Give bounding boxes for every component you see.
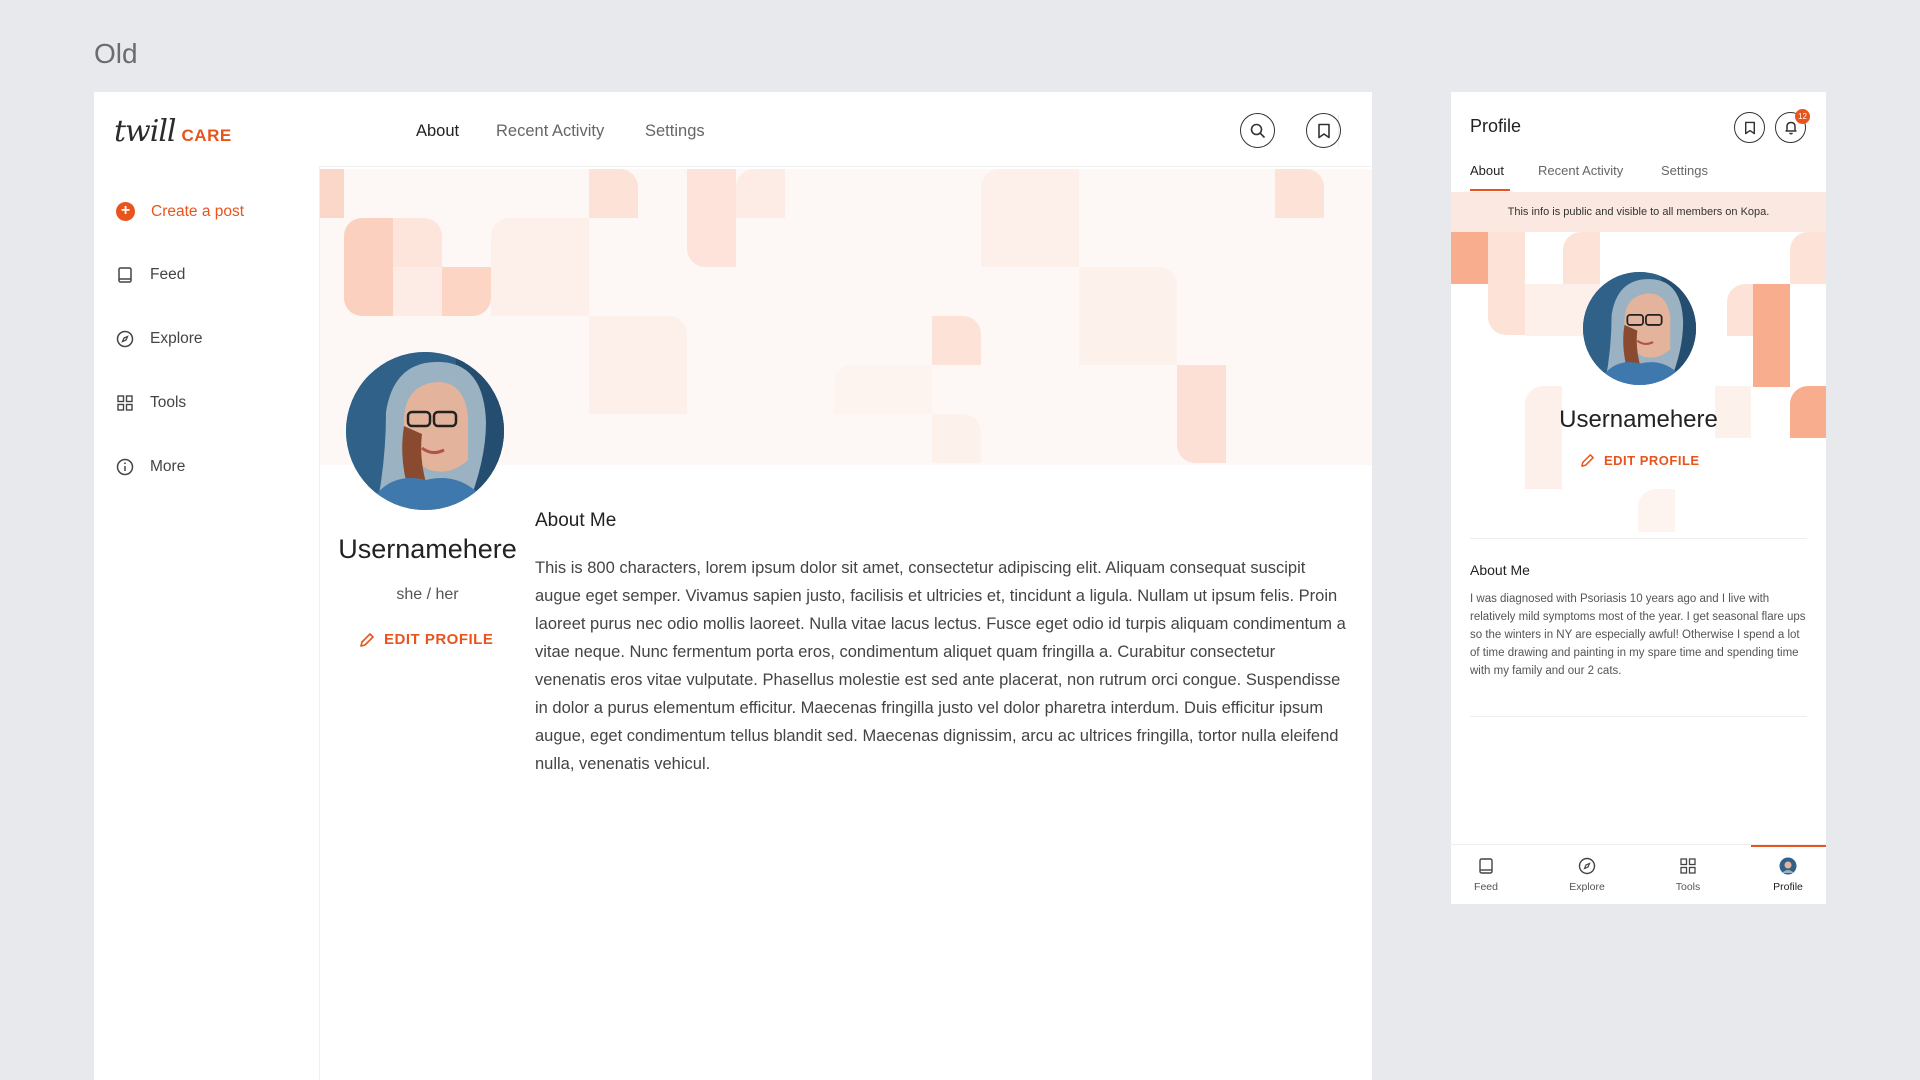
search-button[interactable] bbox=[1240, 113, 1275, 148]
mobile-about-title: About Me bbox=[1470, 562, 1530, 578]
privacy-notice: This info is public and visible to all m… bbox=[1451, 192, 1826, 232]
bottom-nav-label: Tools bbox=[1675, 881, 1701, 893]
profile-avatar[interactable] bbox=[346, 352, 504, 510]
sidebar-item-more[interactable]: More bbox=[116, 458, 185, 476]
sidebar-item-label: Tools bbox=[150, 394, 187, 411]
notification-badge: 12 bbox=[1795, 109, 1810, 124]
page-label: Old bbox=[94, 38, 138, 69]
sidebar-item-label: More bbox=[150, 458, 186, 475]
divider bbox=[1470, 716, 1807, 717]
avatar-photo bbox=[346, 352, 504, 510]
book-icon bbox=[118, 267, 132, 283]
bottom-nav-explore[interactable]: Explore bbox=[1547, 857, 1627, 893]
search-icon bbox=[1250, 123, 1265, 138]
logo-word: twill bbox=[114, 114, 177, 149]
bell-icon bbox=[1785, 121, 1796, 135]
mobile-profile-avatar[interactable] bbox=[1583, 272, 1696, 385]
sidebar-item-label: Feed bbox=[150, 266, 186, 283]
mobile-tab-recent-activity[interactable]: Recent Activity bbox=[1538, 163, 1623, 178]
mobile-tab-settings[interactable]: Settings bbox=[1661, 163, 1708, 178]
sidebar: twill CARE + Create a post Feed Explore … bbox=[94, 92, 319, 1080]
tab-recent-activity[interactable]: Recent Activity bbox=[496, 122, 604, 141]
info-icon bbox=[116, 458, 134, 476]
bookmark-icon bbox=[1744, 121, 1755, 134]
mobile-active-tab-indicator bbox=[1470, 189, 1510, 191]
pronouns: she / her bbox=[396, 586, 459, 603]
mobile-bookmark-button[interactable] bbox=[1734, 112, 1765, 143]
bottom-nav-label: Profile bbox=[1773, 881, 1803, 893]
about-text: This is 800 characters, lorem ipsum dolo… bbox=[535, 559, 1346, 773]
avatar-icon bbox=[1779, 857, 1797, 875]
edit-profile-link[interactable]: EDIT PROFILE bbox=[359, 631, 493, 648]
tab-settings[interactable]: Settings bbox=[645, 122, 705, 141]
bookmark-icon bbox=[1317, 123, 1330, 138]
username: Usernamehere bbox=[338, 534, 517, 564]
sidebar-item-label: Explore bbox=[150, 330, 203, 347]
divider bbox=[1470, 538, 1807, 539]
pencil-icon bbox=[360, 632, 374, 647]
logo-care: CARE bbox=[181, 126, 232, 145]
edit-profile-label: EDIT PROFILE bbox=[384, 631, 494, 648]
mobile-username: Usernamehere bbox=[1559, 406, 1718, 433]
tab-about[interactable]: About bbox=[416, 122, 459, 141]
mobile-about-text: I was diagnosed with Psoriasis 10 years … bbox=[1470, 593, 1806, 677]
sidebar-item-explore[interactable]: Explore bbox=[116, 330, 203, 348]
mobile-frame: Profile 12 About Recent Activity Setting… bbox=[1451, 92, 1826, 904]
mobile-tab-about[interactable]: About bbox=[1470, 163, 1504, 178]
sidebar-item-feed[interactable]: Feed bbox=[116, 266, 185, 284]
bottom-nav-label: Feed bbox=[1474, 881, 1498, 893]
desktop-frame: twill CARE + Create a post Feed Explore … bbox=[94, 92, 1372, 1080]
book-icon bbox=[1479, 858, 1493, 874]
avatar-photo bbox=[1583, 272, 1696, 385]
edit-profile-label: EDIT PROFILE bbox=[1604, 453, 1700, 468]
sidebar-item-tools[interactable]: Tools bbox=[116, 394, 186, 412]
plus-circle-icon: + bbox=[116, 202, 135, 221]
mobile-notifications-button[interactable]: 12 bbox=[1775, 109, 1810, 143]
sidebar-item-label: Create a post bbox=[151, 202, 245, 220]
sidebar-item-create-post[interactable]: + Create a post bbox=[116, 202, 244, 221]
logo[interactable]: twill CARE bbox=[114, 114, 232, 149]
top-nav: About Recent Activity Settings bbox=[319, 92, 1372, 167]
pencil-icon bbox=[1581, 454, 1594, 467]
about-title: About Me bbox=[535, 510, 617, 531]
grid-icon bbox=[1680, 858, 1696, 874]
grid-icon bbox=[117, 395, 133, 411]
bottom-nav-feed[interactable]: Feed bbox=[1451, 857, 1526, 893]
bottom-nav-profile[interactable]: Profile bbox=[1748, 857, 1826, 893]
bottom-nav-label: Explore bbox=[1569, 881, 1605, 893]
mobile-edit-profile-link[interactable]: EDIT PROFILE bbox=[1580, 453, 1700, 468]
bottom-nav: Feed Explore Tools Profile bbox=[1451, 844, 1826, 904]
bookmark-button[interactable] bbox=[1306, 113, 1341, 148]
compass-icon bbox=[1578, 857, 1596, 875]
bottom-nav-tools[interactable]: Tools bbox=[1648, 857, 1728, 893]
compass-icon bbox=[116, 330, 134, 348]
mobile-page-title: Profile bbox=[1470, 116, 1522, 136]
